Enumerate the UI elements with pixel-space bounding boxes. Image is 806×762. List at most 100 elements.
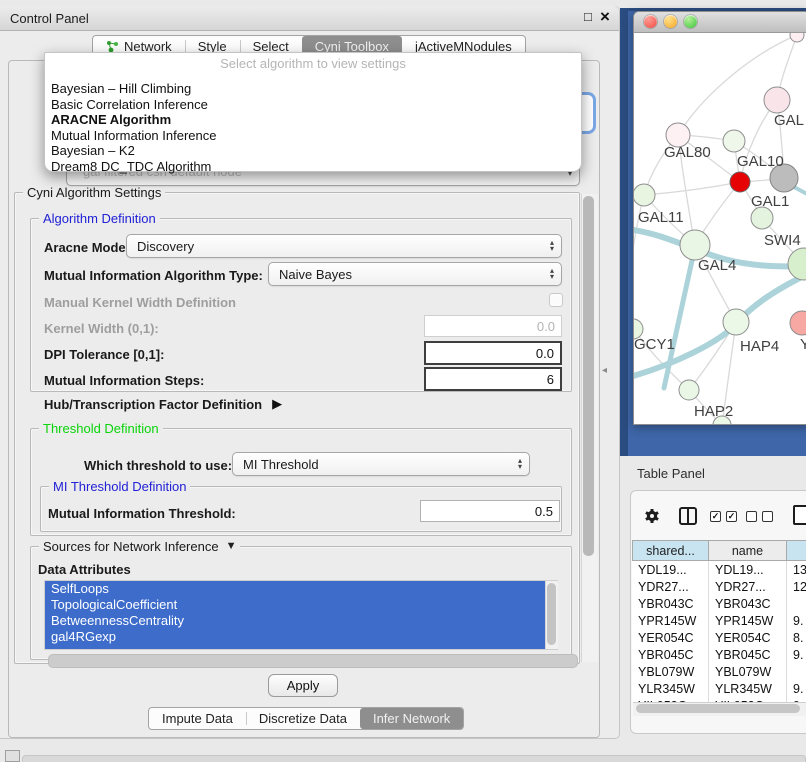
- table-row[interactable]: YBR043C YBR043C: [632, 595, 806, 612]
- deselect-checkbox-icon[interactable]: [746, 511, 757, 522]
- mi-steps-label: Mutual Information Steps:: [44, 373, 204, 388]
- attribute-item[interactable]: gal4RGexp: [45, 629, 557, 645]
- cell-name: YER054C: [709, 629, 787, 646]
- algorithm-option[interactable]: Bayesian – K2: [45, 143, 581, 159]
- algorithm-option[interactable]: Basic Correlation Inference: [45, 97, 581, 113]
- settings-scrollbar-thumb[interactable]: [583, 196, 594, 556]
- aracne-mode-select[interactable]: Discovery ▴ ▾: [126, 234, 562, 258]
- node-label: GCY1: [634, 336, 675, 353]
- mac-minimize-icon[interactable]: [664, 15, 677, 28]
- algorithm-option[interactable]: Bayesian – Hill Climbing: [45, 81, 581, 97]
- cell-shared-name: YBR045C: [632, 646, 709, 663]
- table-row[interactable]: YBR045C YBR045C 9.: [632, 646, 806, 663]
- hub-definition-label: Hub/Transcription Factor Definition: [44, 397, 262, 412]
- node-gal4[interactable]: [680, 230, 710, 260]
- attribute-item[interactable]: BetweennessCentrality: [45, 613, 557, 629]
- check-icon: ✓: [712, 511, 720, 521]
- node-partial-right[interactable]: [788, 248, 806, 280]
- down-arrow-icon: ▾: [518, 464, 522, 470]
- mi-threshold-group-title: MI Threshold Definition: [49, 479, 190, 494]
- table-hscrollbar-thumb[interactable]: [636, 704, 800, 713]
- horizontal-scrollbar-thumb[interactable]: [48, 654, 578, 668]
- algorithm-option-selected[interactable]: ARACNE Algorithm: [45, 112, 581, 128]
- cell-value: [787, 595, 806, 612]
- node-salmon-partial[interactable]: [790, 311, 806, 335]
- hub-definition-toggle[interactable]: Hub/Transcription Factor Definition ▶: [44, 396, 282, 412]
- table-settings-gear-icon[interactable]: [643, 507, 661, 530]
- cell-value: 9.: [787, 646, 806, 663]
- node-hap2[interactable]: [679, 380, 699, 400]
- cell-name: YPR145W: [709, 612, 787, 629]
- sources-group-header[interactable]: Sources for Network Inference ▼: [39, 539, 240, 554]
- node-label: GAL80: [664, 144, 711, 161]
- algorithm-popup-placeholder: Select algorithm to view settings: [45, 53, 581, 73]
- table-row[interactable]: YBL079W YBL079W: [632, 663, 806, 680]
- tab-impute-data[interactable]: Impute Data: [149, 708, 246, 729]
- attributes-scrollbar-thumb[interactable]: [547, 583, 556, 645]
- node-swi4[interactable]: [751, 207, 773, 229]
- network-canvas[interactable]: GAL GAL80 GAL10 GAL1 GAL11 SWI4 GAL4 GCY…: [634, 33, 806, 425]
- cell-name: YDL19...: [709, 561, 787, 578]
- node-partial-top[interactable]: [790, 33, 804, 42]
- attribute-item[interactable]: TopologicalCoefficient: [45, 597, 557, 613]
- mac-zoom-icon[interactable]: [684, 15, 697, 28]
- attribute-item[interactable]: SelfLoops: [45, 581, 557, 597]
- kernel-width-value: 0.0: [537, 319, 555, 334]
- table-row[interactable]: YPR145W YPR145W 9.: [632, 612, 806, 629]
- manual-kernel-width-label: Manual Kernel Width Definition: [44, 295, 236, 310]
- dpi-tolerance-value: 0.0: [536, 346, 554, 361]
- algorithm-option[interactable]: Dream8 DC_TDC Algorithm: [45, 159, 581, 175]
- resize-grip-icon[interactable]: [5, 750, 20, 762]
- cell-name: YDR27...: [709, 578, 787, 595]
- tab-infer-network[interactable]: Infer Network: [360, 708, 463, 729]
- screen: { "icons": {"float":"□","close":"×","up"…: [0, 0, 806, 762]
- node-label: Y: [800, 336, 806, 353]
- cell-value: [787, 663, 806, 680]
- table-row[interactable]: YDL19... YDL19... 13: [632, 561, 806, 578]
- node-gal11[interactable]: [634, 184, 655, 206]
- node-gal-partial[interactable]: [764, 87, 790, 113]
- table-function-icon-partial[interactable]: [793, 505, 806, 525]
- algorithm-definition-title: Algorithm Definition: [39, 211, 160, 226]
- apply-button[interactable]: Apply: [268, 674, 338, 697]
- split-columns-divider: [687, 509, 689, 523]
- which-threshold-value: MI Threshold: [243, 457, 319, 472]
- manual-kernel-width-checkbox[interactable]: [549, 293, 563, 307]
- mi-threshold-field[interactable]: 0.5: [420, 500, 560, 522]
- table-row[interactable]: YDR27... YDR27... 12: [632, 578, 806, 595]
- node-gal10[interactable]: [723, 130, 745, 152]
- tab-discretize-data[interactable]: Discretize Data: [246, 708, 360, 729]
- mac-close-icon[interactable]: [644, 15, 657, 28]
- column-header-partial[interactable]: [787, 540, 806, 561]
- node-label: HAP4: [740, 338, 779, 355]
- network-graph: [634, 33, 806, 425]
- splitpane-divider-icon[interactable]: ◂: [602, 365, 607, 376]
- node-gal1-selected[interactable]: [730, 172, 750, 192]
- which-threshold-select[interactable]: MI Threshold ▴ ▾: [232, 452, 530, 476]
- mi-steps-field[interactable]: 6: [424, 367, 562, 391]
- column-header-shared-name[interactable]: shared...: [632, 540, 709, 561]
- select-all-checkbox-icon[interactable]: ✓: [710, 511, 721, 522]
- close-panel-icon[interactable]: ×: [600, 7, 610, 27]
- node-label: GAL10: [737, 153, 784, 170]
- kernel-width-field[interactable]: 0.0: [424, 315, 562, 337]
- dpi-tolerance-field[interactable]: 0.0: [424, 341, 562, 365]
- cell-shared-name: YPR145W: [632, 612, 709, 629]
- table-row[interactable]: YLR345W YLR345W 9.: [632, 680, 806, 697]
- mi-algorithm-type-select[interactable]: Naive Bayes ▴ ▾: [268, 262, 562, 286]
- select-all-checkbox-icon2[interactable]: ✓: [726, 511, 737, 522]
- cell-value: 13: [787, 561, 806, 578]
- float-window-icon[interactable]: □: [584, 9, 592, 24]
- column-header-name[interactable]: name: [709, 540, 787, 561]
- split-columns-icon[interactable]: [679, 507, 697, 525]
- algorithm-option[interactable]: Mutual Information Inference: [45, 128, 581, 144]
- node-hap4[interactable]: [723, 309, 749, 335]
- table-body[interactable]: YDL19... YDL19... 13 YDR27... YDR27... 1…: [632, 561, 806, 702]
- cell-value: 12: [787, 578, 806, 595]
- cyni-algorithm-settings-title: Cyni Algorithm Settings: [23, 185, 165, 200]
- data-attributes-list[interactable]: SelfLoops TopologicalCoefficient Between…: [44, 580, 558, 650]
- network-window-titlebar: [634, 12, 806, 33]
- deselect-checkbox-icon2[interactable]: [762, 511, 773, 522]
- node-label: GAL11: [638, 209, 684, 226]
- table-row[interactable]: YER054C YER054C 8.: [632, 629, 806, 646]
